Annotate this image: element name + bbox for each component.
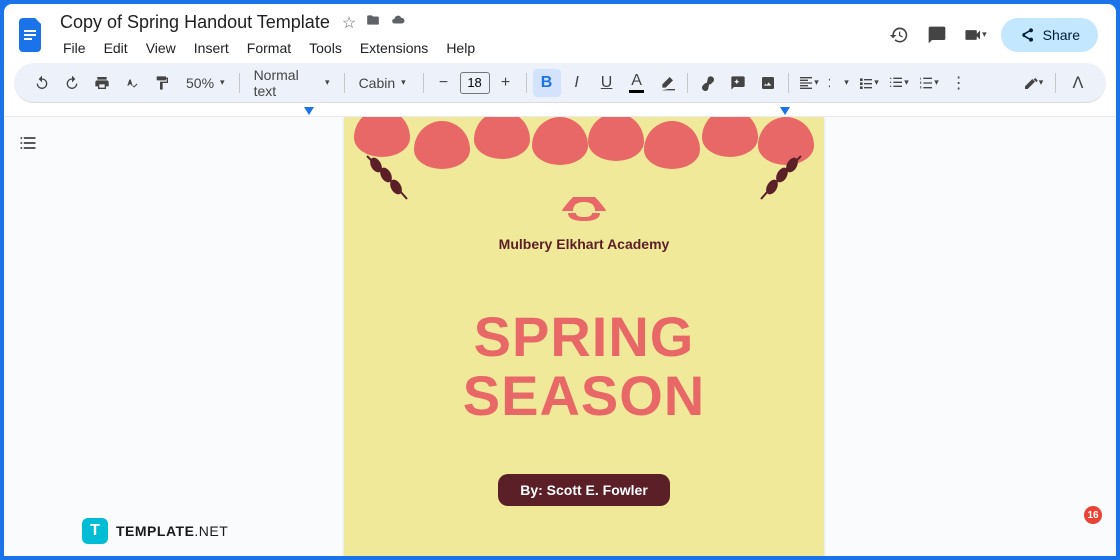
spellcheck-button[interactable] — [118, 69, 146, 97]
notification-badge[interactable]: 16 — [1084, 506, 1102, 524]
paint-format-button[interactable] — [148, 69, 176, 97]
menu-edit[interactable]: Edit — [97, 37, 135, 59]
menu-tools[interactable]: Tools — [302, 37, 349, 59]
menu-extensions[interactable]: Extensions — [353, 37, 435, 59]
checklist-button[interactable]: ▾ — [855, 69, 883, 97]
separator — [788, 73, 789, 93]
redo-button[interactable] — [58, 69, 86, 97]
underline-button[interactable]: U — [593, 69, 621, 97]
font-increase-button[interactable]: + — [492, 69, 520, 97]
highlight-button[interactable] — [653, 69, 681, 97]
academy-name: Mulbery Elkhart Academy — [344, 236, 824, 252]
separator — [344, 73, 345, 93]
move-icon[interactable] — [366, 13, 380, 33]
meet-icon[interactable]: ▾ — [963, 23, 987, 47]
decorative-flowers — [344, 117, 824, 207]
bulleted-list-button[interactable]: ▾ — [885, 69, 913, 97]
menu-insert[interactable]: Insert — [187, 37, 236, 59]
separator — [526, 73, 527, 93]
undo-button[interactable] — [28, 69, 56, 97]
italic-button[interactable]: I — [563, 69, 591, 97]
menu-help[interactable]: Help — [439, 37, 482, 59]
ruler-left-indent-icon[interactable] — [304, 107, 314, 115]
share-label: Share — [1043, 27, 1080, 43]
more-button[interactable]: ⋮ — [945, 69, 973, 97]
separator — [423, 73, 424, 93]
history-icon[interactable] — [887, 23, 911, 47]
outline-toggle-button[interactable] — [14, 129, 42, 157]
document-page[interactable]: Mulbery Elkhart Academy SPRING SEASON By… — [344, 117, 824, 556]
toolbar: 50%▾ Normal text▾ Cabin▾ − 18 + B I U A … — [14, 63, 1106, 103]
add-comment-button[interactable] — [724, 69, 752, 97]
menu-view[interactable]: View — [139, 37, 183, 59]
ruler[interactable] — [4, 103, 1116, 117]
collapse-toolbar-button[interactable]: ᐱ — [1064, 69, 1092, 97]
share-button[interactable]: Share — [1001, 18, 1098, 52]
star-icon[interactable]: ☆ — [342, 13, 356, 33]
editing-mode-button[interactable]: ▾ — [1019, 69, 1047, 97]
print-button[interactable] — [88, 69, 116, 97]
watermark: T TEMPLATE.NET — [82, 518, 228, 544]
separator — [1055, 73, 1056, 93]
docs-logo-icon[interactable] — [16, 15, 48, 55]
menu-format[interactable]: Format — [240, 37, 298, 59]
font-decrease-button[interactable]: − — [430, 69, 458, 97]
zoom-dropdown[interactable]: 50%▾ — [178, 71, 233, 95]
font-size-input[interactable]: 18 — [460, 72, 490, 94]
bold-button[interactable]: B — [533, 69, 561, 97]
align-button[interactable]: ▾ — [795, 69, 823, 97]
font-dropdown[interactable]: Cabin▾ — [351, 71, 417, 95]
separator — [687, 73, 688, 93]
link-button[interactable] — [694, 69, 722, 97]
byline: By: Scott E. Fowler — [498, 474, 670, 506]
numbered-list-button[interactable]: ▾ — [915, 69, 943, 97]
separator — [239, 73, 240, 93]
line-spacing-button[interactable]: ▾ — [825, 69, 853, 97]
menu-file[interactable]: File — [56, 37, 93, 59]
ruler-right-indent-icon[interactable] — [780, 107, 790, 115]
style-dropdown[interactable]: Normal text▾ — [246, 63, 338, 103]
document-title[interactable]: Copy of Spring Handout Template — [56, 10, 334, 35]
template-logo-icon: T — [82, 518, 108, 544]
text-color-button[interactable]: A — [623, 69, 651, 97]
comments-icon[interactable] — [925, 23, 949, 47]
insert-image-button[interactable] — [754, 69, 782, 97]
cloud-status-icon[interactable] — [390, 13, 406, 33]
document-title: SPRING SEASON — [344, 308, 824, 426]
